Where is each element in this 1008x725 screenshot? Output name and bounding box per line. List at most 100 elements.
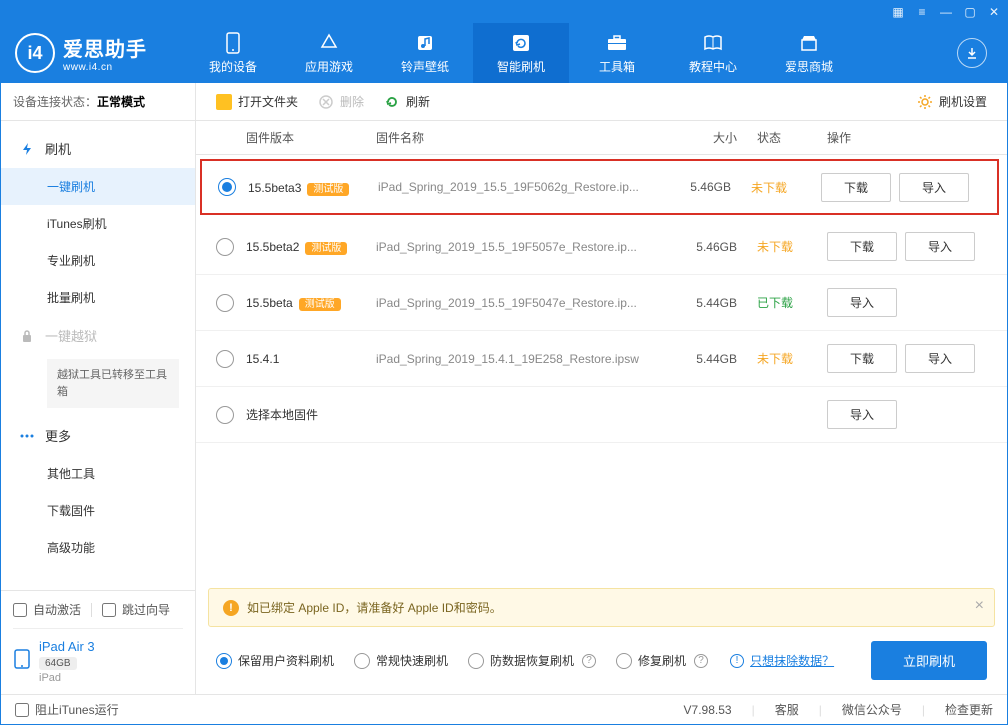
sidebar-pro-flash[interactable]: 专业刷机 (1, 242, 195, 279)
import-button[interactable]: 导入 (899, 173, 969, 202)
device-name: iPad Air 3 (39, 639, 95, 654)
radio[interactable] (216, 406, 234, 424)
radio-icon (216, 653, 232, 669)
version-text: 15.5beta3 (248, 181, 301, 195)
download-button[interactable]: 下载 (821, 173, 891, 202)
open-folder-button[interactable]: 打开文件夹 (216, 93, 298, 110)
maximize-icon[interactable]: ▢ (963, 5, 977, 19)
grid-icon[interactable]: ▦ (891, 5, 905, 19)
list-icon[interactable]: ≡ (915, 5, 929, 19)
table-row-local[interactable]: 选择本地固件导入 (196, 387, 1007, 443)
sidebar-one-click-flash[interactable]: 一键刷机 (1, 168, 195, 205)
import-button[interactable]: 导入 (905, 232, 975, 261)
th-name: 固件名称 (376, 129, 677, 146)
label: 更多 (45, 426, 71, 445)
nav-ringtones[interactable]: 铃声壁纸 (377, 23, 473, 83)
statusbar: 阻止iTunes运行 V7.98.53 | 客服 | 微信公众号 | 检查更新 (1, 694, 1007, 724)
support-link[interactable]: 客服 (775, 701, 799, 718)
nav-tutorial[interactable]: 教程中心 (665, 23, 761, 83)
sidebar-other-tools[interactable]: 其他工具 (1, 455, 195, 492)
close-warning-button[interactable]: × (975, 597, 984, 615)
warn-icon: ! (223, 600, 239, 616)
firmware-name: iPad_Spring_2019_15.5_19F5062g_Restore.i… (378, 180, 671, 194)
label: 一键刷机 (47, 178, 95, 195)
download-icon[interactable] (957, 38, 987, 68)
warning-bar: ! 如已绑定 Apple ID，请准备好 Apple ID和密码。 × (208, 588, 995, 627)
label: 保留用户资料刷机 (238, 652, 334, 669)
minimize-icon[interactable]: — (939, 5, 953, 19)
nav-my-device[interactable]: 我的设备 (185, 23, 281, 83)
device-info[interactable]: iPad Air 3 64GB iPad (13, 628, 183, 684)
flash-now-button[interactable]: 立即刷机 (871, 641, 987, 680)
download-button[interactable]: 下载 (827, 232, 897, 261)
close-icon[interactable]: ✕ (987, 5, 1001, 19)
sidebar-batch-flash[interactable]: 批量刷机 (1, 279, 195, 316)
refresh-button[interactable]: 刷新 (384, 93, 430, 110)
device-storage: 64GB (39, 657, 77, 670)
delete-button: 删除 (318, 93, 364, 110)
label: 自动激活 (33, 601, 81, 618)
label: 修复刷机 (638, 652, 686, 669)
update-link[interactable]: 检查更新 (945, 701, 993, 718)
logo-icon: i4 (15, 33, 55, 73)
flash-icon (19, 141, 35, 157)
music-icon (414, 32, 436, 54)
sidebar-download-fw[interactable]: 下载固件 (1, 492, 195, 529)
import-button[interactable]: 导入 (827, 288, 897, 317)
titlebar: ▦ ≡ — ▢ ✕ (1, 1, 1007, 23)
label: 高级功能 (47, 539, 95, 556)
sidebar-flash-root[interactable]: 刷机 (1, 129, 195, 168)
size-text: 5.44GB (677, 352, 757, 366)
nav-apps[interactable]: 应用游戏 (281, 23, 377, 83)
beta-badge: 测试版 (307, 183, 349, 196)
skip-guide-checkbox[interactable] (102, 603, 116, 617)
radio[interactable] (218, 178, 236, 196)
nav-flash[interactable]: 智能刷机 (473, 23, 569, 83)
status-text: 未下载 (757, 238, 827, 255)
more-icon (19, 428, 35, 444)
opt-anti-recovery[interactable]: 防数据恢复刷机 ? (468, 652, 596, 669)
size-text: 5.44GB (677, 296, 757, 310)
erase-data-link[interactable]: ! 只想抹除数据？ (728, 652, 834, 669)
nav-label: 教程中心 (689, 58, 737, 75)
auto-activate-checkbox[interactable] (13, 603, 27, 617)
radio[interactable] (216, 350, 234, 368)
import-button[interactable]: 导入 (827, 400, 897, 429)
folder-icon (216, 94, 232, 110)
label: 下载固件 (47, 502, 95, 519)
nav-toolbox[interactable]: 工具箱 (569, 23, 665, 83)
table-row[interactable]: 15.5beta3 测试版 iPad_Spring_2019_15.5_19F506… (200, 159, 999, 215)
action-row: 保留用户资料刷机 常规快速刷机 防数据恢复刷机 ? 修复刷机 ? ! 只想抹除数… (196, 627, 1007, 694)
opt-repair-flash[interactable]: 修复刷机 ? (616, 652, 708, 669)
store-icon (798, 32, 820, 54)
content: 打开文件夹 删除 刷新 刷机设置 固件版本 固件名称 大小 状态 操作 15.5… (196, 83, 1007, 694)
nav-label: 智能刷机 (497, 58, 545, 75)
label: 只想抹除数据？ (750, 652, 834, 669)
toolbar: 打开文件夹 删除 刷新 刷机设置 (196, 83, 1007, 121)
nav-store[interactable]: 爱思商城 (761, 23, 857, 83)
flash-settings-button[interactable]: 刷机设置 (917, 93, 987, 110)
download-button[interactable]: 下载 (827, 344, 897, 373)
sidebar-advanced[interactable]: 高级功能 (1, 529, 195, 566)
help-icon[interactable]: ? (582, 654, 596, 668)
import-button[interactable]: 导入 (905, 344, 975, 373)
label: 批量刷机 (47, 289, 95, 306)
label: 阻止iTunes运行 (35, 701, 119, 718)
radio[interactable] (216, 238, 234, 256)
table-row[interactable]: 15.5beta测试版iPad_Spring_2019_15.5_19F5047… (196, 275, 1007, 331)
logo: i4 爱思助手 www.i4.cn (15, 33, 185, 73)
table-row[interactable]: 15.4.1iPad_Spring_2019_15.4.1_19E258_Res… (196, 331, 1007, 387)
table-row[interactable]: 15.5beta2测试版iPad_Spring_2019_15.5_19F505… (196, 219, 1007, 275)
th-version: 固件版本 (246, 129, 376, 146)
label: 其他工具 (47, 465, 95, 482)
opt-normal-flash[interactable]: 常规快速刷机 (354, 652, 448, 669)
lock-icon (19, 328, 35, 344)
block-itunes-checkbox[interactable] (15, 703, 29, 717)
sidebar-more[interactable]: 更多 (1, 416, 195, 455)
radio[interactable] (216, 294, 234, 312)
device-status: 设备连接状态：正常模式 (1, 83, 195, 121)
wechat-link[interactable]: 微信公众号 (842, 701, 902, 718)
help-icon[interactable]: ? (694, 654, 708, 668)
opt-keep-data[interactable]: 保留用户资料刷机 (216, 652, 334, 669)
sidebar-itunes-flash[interactable]: iTunes刷机 (1, 205, 195, 242)
